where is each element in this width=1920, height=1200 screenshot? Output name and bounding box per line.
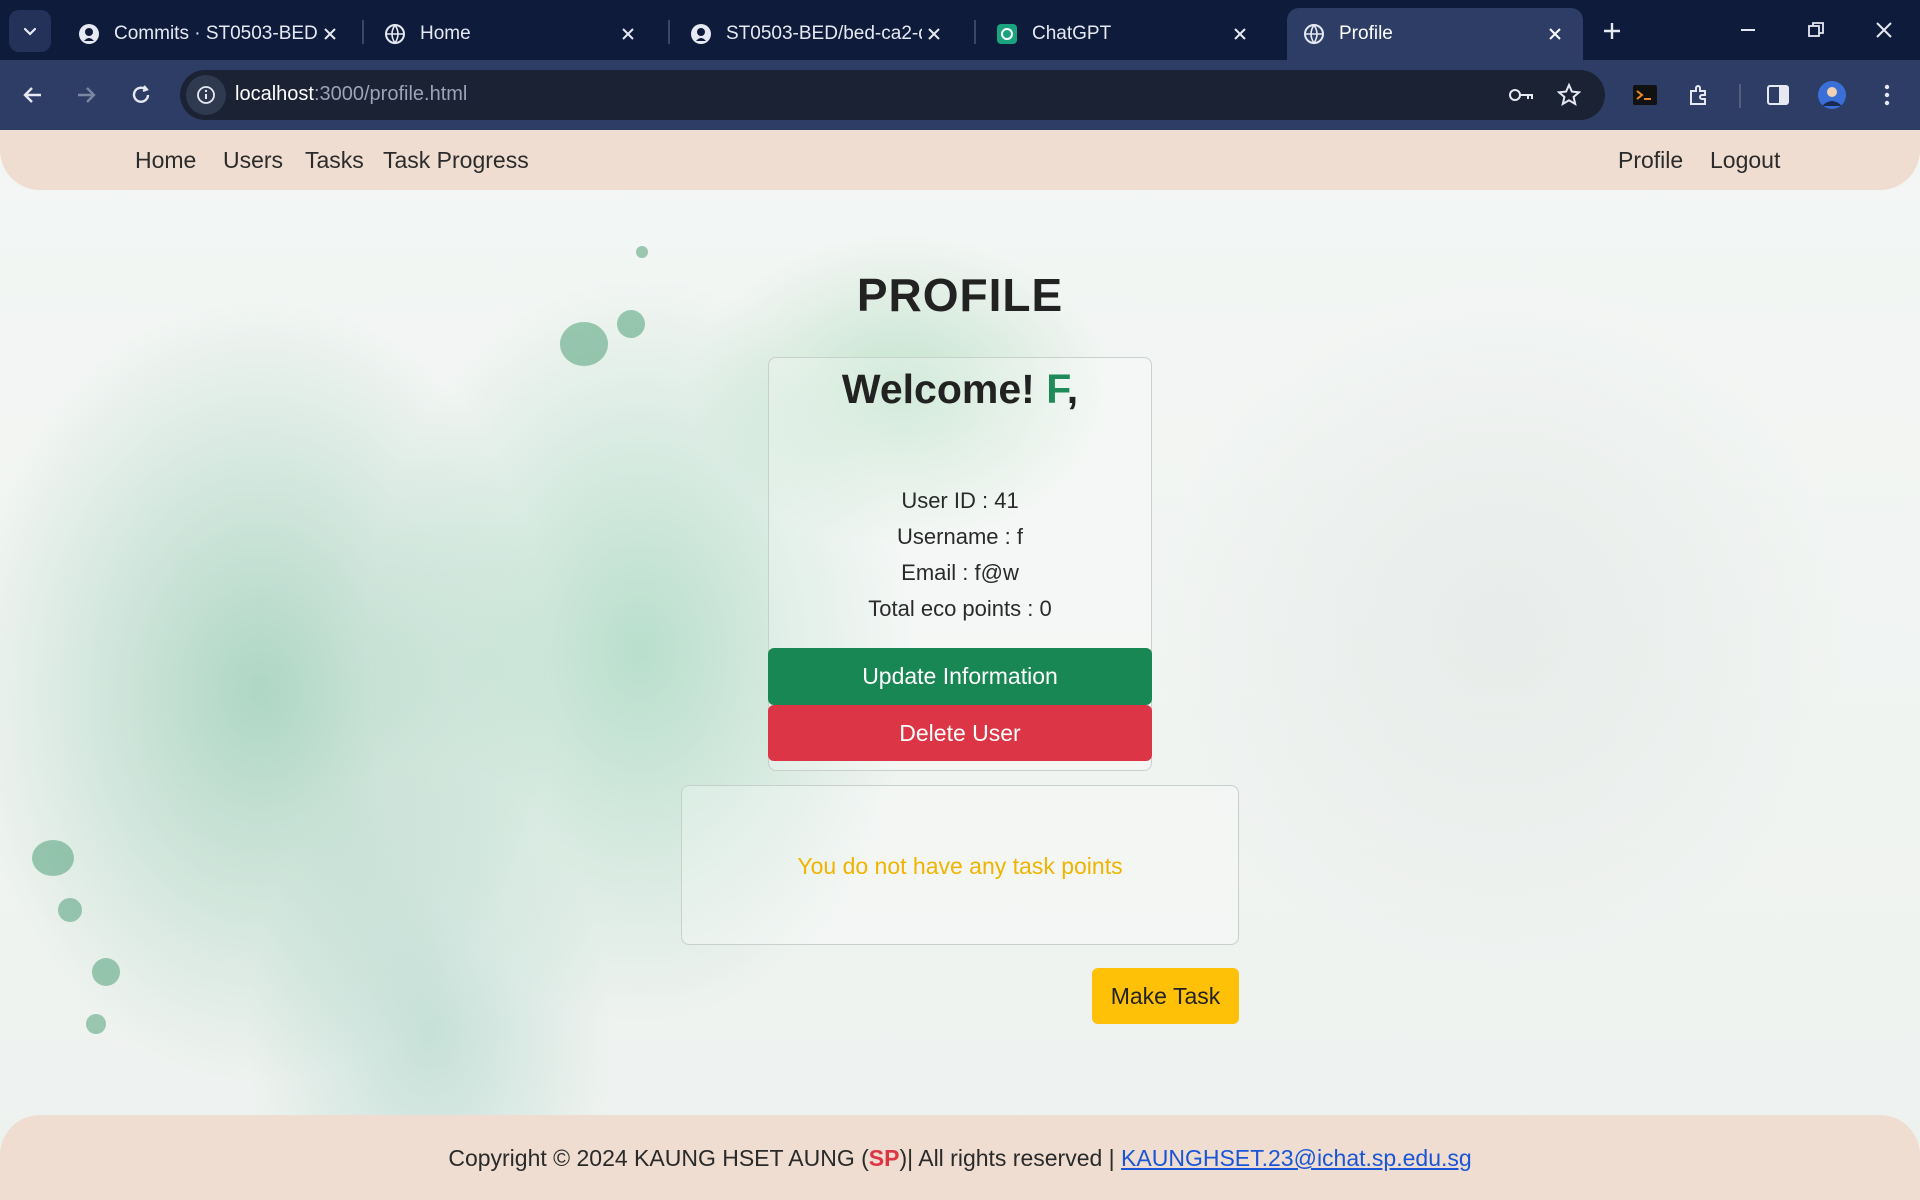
close-icon[interactable] xyxy=(922,22,946,46)
watercolor-blot xyxy=(58,898,82,922)
tab-profile[interactable]: Profile xyxy=(1287,8,1583,60)
new-tab-button[interactable] xyxy=(1595,14,1629,48)
github-icon xyxy=(690,23,712,45)
plus-icon xyxy=(1604,23,1620,39)
site-footer: Copyright © 2024 KAUNG HSET AUNG (SP)| A… xyxy=(0,1115,1920,1200)
globe-icon xyxy=(1303,23,1325,45)
tab-chatgpt[interactable]: ChatGPT xyxy=(980,8,1268,60)
close-window-button[interactable] xyxy=(1864,10,1904,50)
update-information-button[interactable]: Update Information xyxy=(768,648,1152,705)
tab-commits[interactable]: Commits · ST0503-BED/b xyxy=(62,8,358,60)
arrow-left-icon xyxy=(23,87,41,103)
tab-title: Profile xyxy=(1339,23,1393,44)
nav-link-users[interactable]: Users xyxy=(223,147,283,174)
more-vertical-icon xyxy=(1884,84,1890,106)
side-panel-icon xyxy=(1767,85,1789,105)
nav-link-profile[interactable]: Profile xyxy=(1618,147,1683,174)
tab-search-button[interactable] xyxy=(9,10,51,52)
browser-toolbar: localhost:3000/profile.html xyxy=(0,60,1920,130)
site-info-button[interactable] xyxy=(186,75,226,115)
tab-divider xyxy=(362,20,364,44)
url-text: localhost:3000/profile.html xyxy=(235,83,467,106)
tab-home[interactable]: Home xyxy=(368,8,656,60)
address-bar[interactable]: localhost:3000/profile.html xyxy=(180,70,1605,120)
globe-icon xyxy=(384,23,406,45)
footer-email-link[interactable]: KAUNGHSET.23@ichat.sp.edu.sg xyxy=(1121,1145,1472,1171)
browser-menu-button[interactable] xyxy=(1868,76,1906,114)
password-key-button[interactable] xyxy=(1506,80,1536,110)
page-title: PROFILE xyxy=(856,269,1064,321)
close-icon[interactable] xyxy=(1228,22,1252,46)
chevron-down-icon xyxy=(23,27,37,36)
user-id-text: User ID : 41 xyxy=(901,488,1019,513)
minimize-button[interactable] xyxy=(1728,10,1768,50)
terminal-icon xyxy=(1633,85,1657,105)
restore-icon xyxy=(1808,22,1824,37)
tab-repo[interactable]: ST0503-BED/bed-ca2-dr xyxy=(674,8,962,60)
no-task-points-message: You do not have any task points xyxy=(797,853,1123,879)
reload-icon xyxy=(132,85,150,103)
avatar xyxy=(1818,81,1846,109)
tab-title: ChatGPT xyxy=(1032,23,1112,44)
nav-link-home[interactable]: Home xyxy=(135,147,196,174)
forward-button[interactable] xyxy=(67,76,105,114)
back-button[interactable] xyxy=(14,76,52,114)
nav-link-task-progress[interactable]: Task Progress xyxy=(383,147,529,174)
eco-points-text: Total eco points : 0 xyxy=(868,596,1052,621)
url-host: localhost xyxy=(235,83,314,105)
watercolor-blot xyxy=(86,1014,106,1034)
welcome-suffix: , xyxy=(1066,366,1079,412)
close-icon xyxy=(1876,22,1892,38)
username-text: Username : f xyxy=(897,524,1023,549)
tab-title: ST0503-BED/bed-ca2-dr xyxy=(726,23,922,44)
close-icon[interactable] xyxy=(1543,22,1567,46)
make-task-button[interactable]: Make Task xyxy=(1092,968,1239,1024)
tab-title: Commits · ST0503-BED/b xyxy=(114,23,318,44)
url-path: :3000/profile.html xyxy=(313,83,468,105)
footer-prefix: Copyright © 2024 KAUNG HSET AUNG ( xyxy=(448,1145,869,1171)
terminal-extension-button[interactable] xyxy=(1626,76,1664,114)
page-content: Home Users Tasks Task Progress Profile L… xyxy=(0,130,1920,1200)
watercolor-blot xyxy=(32,840,74,876)
footer-suffix: )| All rights reserved | xyxy=(899,1145,1122,1171)
welcome-name: F xyxy=(1046,366,1067,412)
tab-divider xyxy=(974,20,976,44)
extensions-button[interactable] xyxy=(1680,76,1718,114)
footer-sp: SP xyxy=(868,1145,900,1171)
watercolor-blot xyxy=(560,322,608,366)
arrow-right-icon xyxy=(78,87,96,103)
key-icon xyxy=(1509,89,1533,101)
welcome-heading: Welcome! F, xyxy=(769,366,1151,413)
watercolor-blot xyxy=(92,958,120,986)
close-icon[interactable] xyxy=(318,22,342,46)
welcome-prefix: Welcome! xyxy=(841,366,1035,412)
delete-user-button[interactable]: Delete User xyxy=(768,705,1152,761)
tab-divider xyxy=(668,20,670,44)
bookmark-button[interactable] xyxy=(1554,80,1584,110)
minimize-icon xyxy=(1741,29,1755,31)
browser-tabstrip: Commits · ST0503-BED/b Home ST0503-BED/b… xyxy=(0,0,1920,60)
nav-link-logout[interactable]: Logout xyxy=(1710,147,1780,174)
close-icon[interactable] xyxy=(616,22,640,46)
chatgpt-icon xyxy=(996,23,1018,45)
toolbar-divider xyxy=(1739,84,1741,108)
profile-card: Welcome! F, User ID : 41 Username : f Em… xyxy=(768,357,1152,771)
email-text: Email : f@w xyxy=(901,560,1019,585)
info-icon xyxy=(197,86,215,104)
star-icon xyxy=(1557,83,1581,107)
side-panel-button[interactable] xyxy=(1759,76,1797,114)
footer-copyright: Copyright © 2024 KAUNG HSET AUNG (SP)| A… xyxy=(0,1145,1920,1172)
puzzle-icon xyxy=(1690,85,1706,105)
nav-link-tasks[interactable]: Tasks xyxy=(305,147,364,174)
task-points-panel: You do not have any task points xyxy=(681,785,1239,945)
github-icon xyxy=(78,23,100,45)
site-navbar: Home Users Tasks Task Progress Profile L… xyxy=(0,130,1920,190)
reload-button[interactable] xyxy=(122,76,160,114)
restore-button[interactable] xyxy=(1796,10,1836,50)
watercolor-blot xyxy=(636,246,648,258)
profile-avatar-button[interactable] xyxy=(1813,76,1851,114)
tab-title: Home xyxy=(420,23,471,44)
